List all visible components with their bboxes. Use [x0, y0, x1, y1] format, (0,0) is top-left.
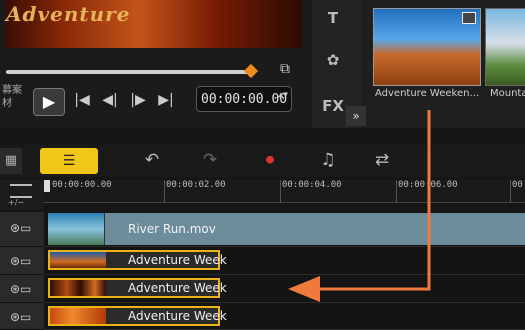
clip-thumbnail	[50, 252, 106, 268]
clip-label: Adventure Week	[128, 253, 227, 267]
redo-icon[interactable]: ↷	[198, 150, 222, 170]
video-title-overlay: Adventure	[6, 2, 131, 26]
overlay-track-icon: ⊛▭	[10, 254, 32, 268]
video-clip[interactable]	[48, 213, 525, 245]
track-manager-icon[interactable]	[10, 184, 32, 198]
ruler-tick	[164, 180, 165, 202]
home-button[interactable]: |◀	[72, 92, 92, 108]
ruler-tick	[510, 180, 511, 202]
ruler-label: 00:00:06.00	[398, 180, 458, 190]
transition-tool-icon[interactable]: ✿	[318, 48, 348, 72]
library-thumbnail-mountain[interactable]	[485, 8, 525, 86]
ruler-tick	[396, 180, 397, 202]
record-capture-icon[interactable]: ⏺	[258, 150, 282, 170]
clip-label: Adventure Week	[128, 281, 227, 295]
clip-thumbnail	[50, 280, 106, 296]
clip-label: River Run.mov	[128, 222, 216, 236]
scrub-bar[interactable]	[6, 70, 252, 74]
storyboard-view-icon[interactable]: ▦	[0, 148, 22, 174]
timecode-value: 00:00:00.00	[201, 92, 288, 107]
ruler-label: 00:00:00.00	[52, 180, 112, 190]
fx-tool-icon[interactable]: FX	[318, 94, 348, 118]
timeline-view-button[interactable]: ☰	[40, 148, 98, 174]
title-tool-icon[interactable]: T	[318, 6, 348, 30]
thumbnail-label: Adventure Weeken…	[375, 88, 479, 99]
undo-icon[interactable]: ↶	[140, 150, 164, 170]
clip-label: Adventure Week	[128, 309, 227, 323]
sound-mixer-icon[interactable]: ♫	[316, 150, 340, 170]
timecode-field[interactable]: 00:00:00.00 ▲▼	[196, 86, 292, 112]
expand-library-icon[interactable]: »	[346, 106, 366, 126]
overlay-track-icon: ⊛▭	[10, 310, 32, 324]
overlay-track-icon: ⊛▭	[10, 282, 32, 296]
ruler-label: 00:00:02.00	[166, 180, 226, 190]
side-label-2: 材	[2, 98, 12, 109]
snapshot-icon[interactable]: ⧉	[276, 60, 294, 78]
video-track-icon: ⊛▭	[10, 221, 32, 235]
clip-thumbnail	[48, 213, 105, 245]
previous-frame-button[interactable]: ◀|	[100, 92, 120, 108]
side-label: 募案 材	[2, 84, 26, 110]
play-button[interactable]: ▶	[33, 88, 65, 116]
add-remove-label[interactable]: +/−	[8, 198, 24, 207]
ruler-label: 00:0	[512, 180, 525, 190]
auto-music-icon[interactable]: ⇄	[370, 150, 394, 170]
ruler-tick	[280, 180, 281, 202]
thumbnail-label: Mounta	[490, 88, 525, 99]
next-frame-button[interactable]: |▶	[128, 92, 148, 108]
side-label-1: 募案	[2, 85, 22, 96]
media-type-icon	[462, 12, 476, 24]
playhead[interactable]	[44, 180, 50, 192]
timecode-spinner-icon[interactable]: ▲▼	[278, 90, 288, 99]
end-button[interactable]: ▶|	[156, 92, 176, 108]
library-thumbnail-adventure[interactable]	[373, 8, 481, 86]
clip-thumbnail	[50, 308, 106, 324]
ruler-label: 00:00:04.00	[282, 180, 342, 190]
track-manager[interactable]: +/−	[0, 180, 44, 210]
